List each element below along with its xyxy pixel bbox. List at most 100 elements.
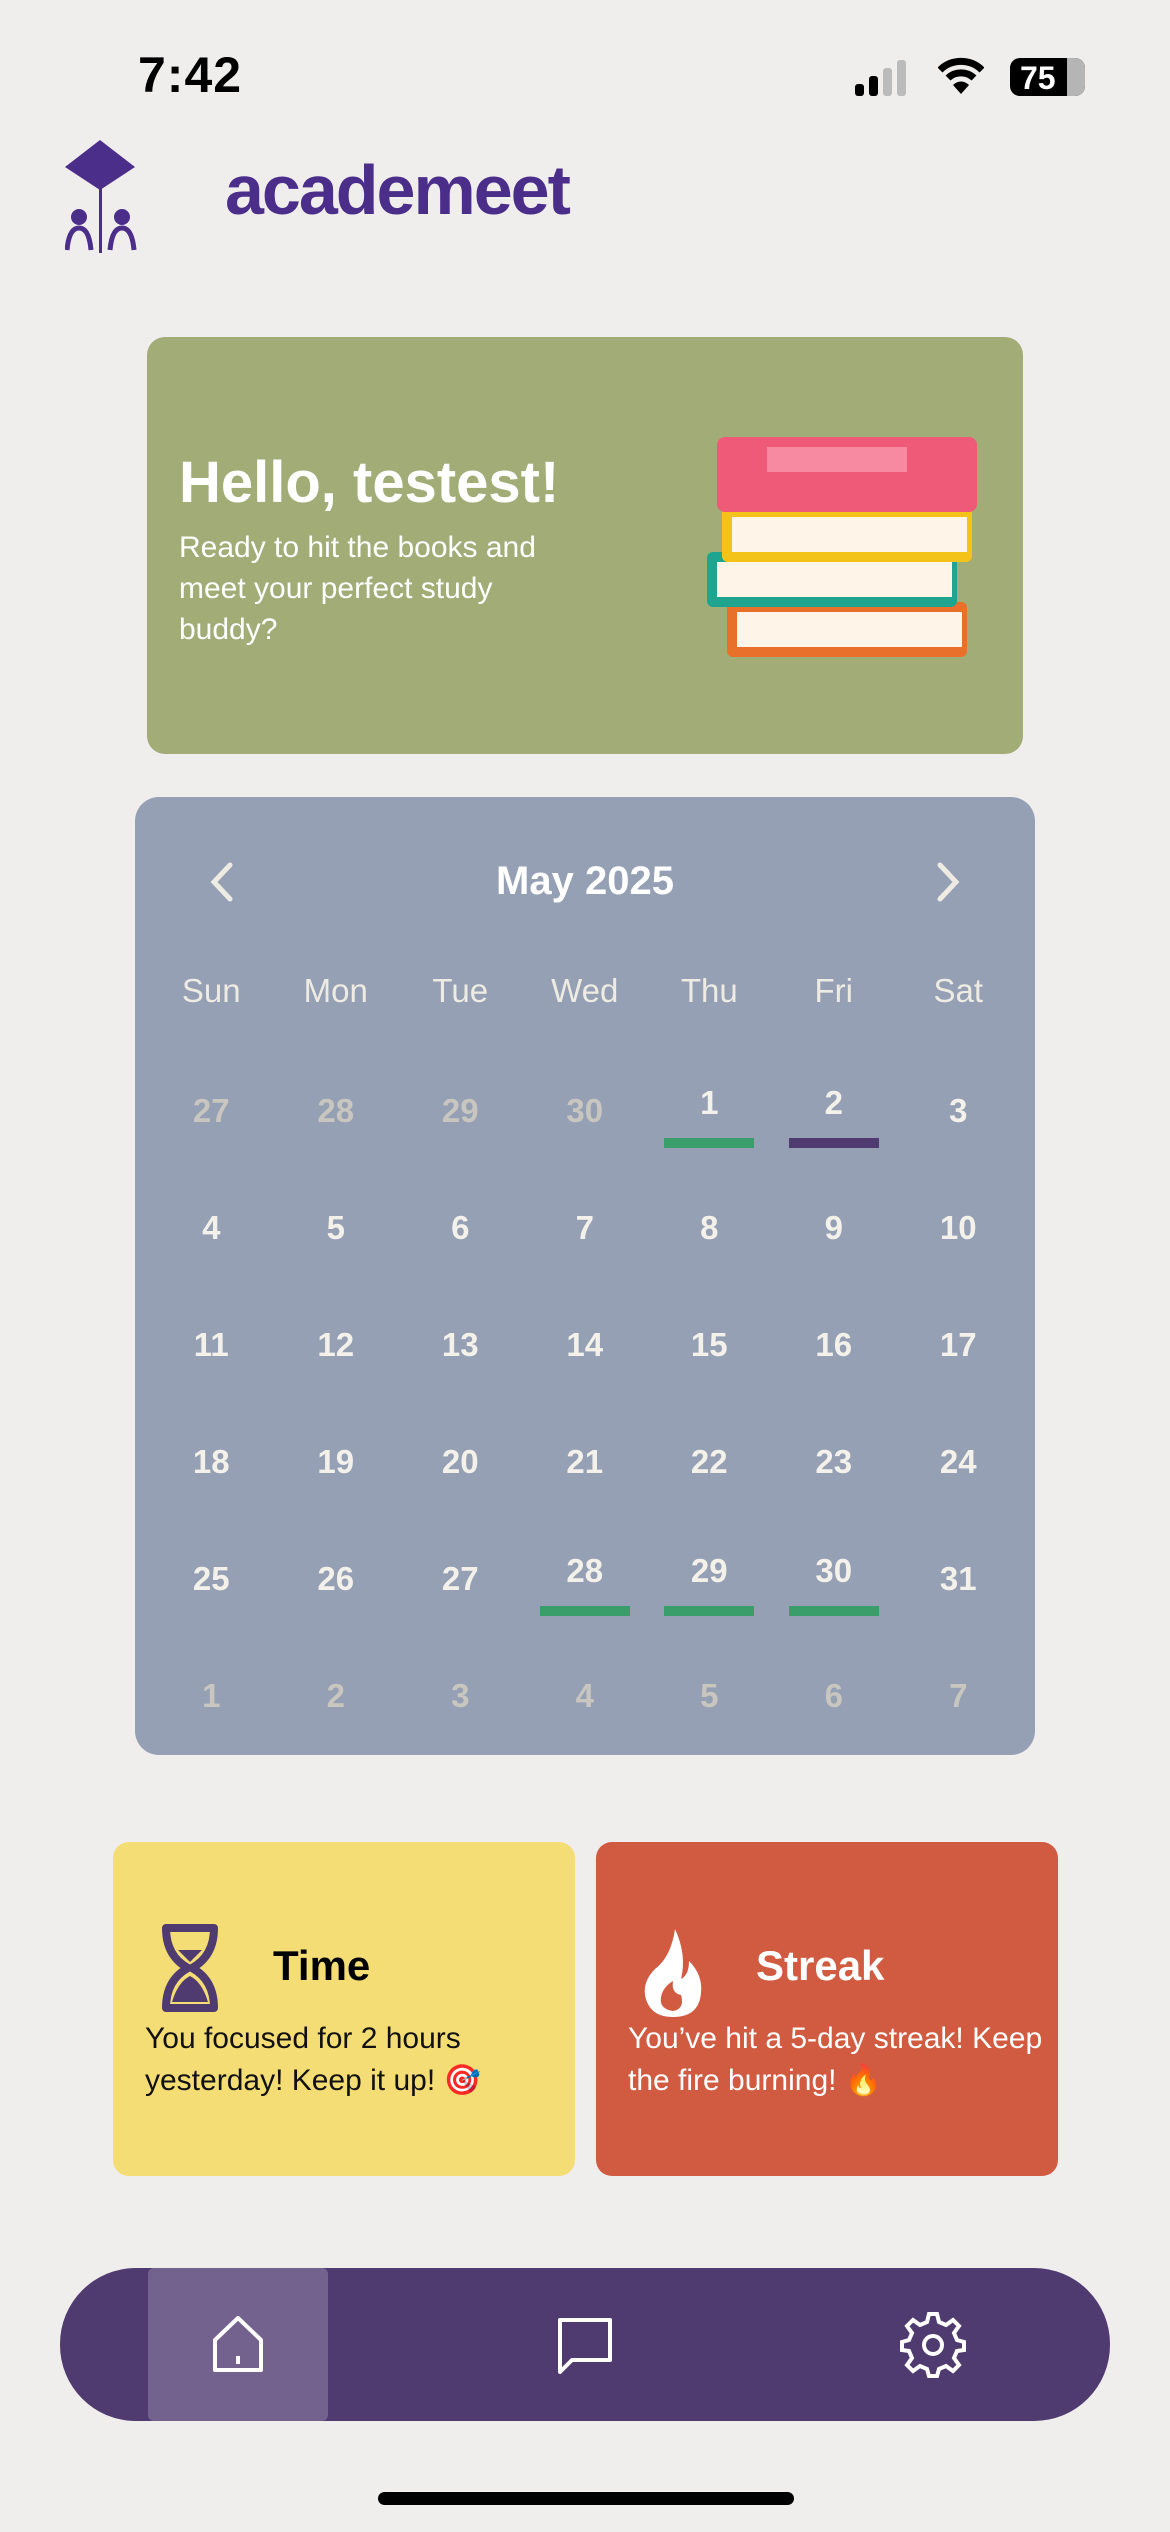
calendar-day[interactable]: 30	[772, 1522, 897, 1639]
event-indicator	[788, 1138, 879, 1148]
calendar-day[interactable]: 18	[149, 1405, 274, 1522]
streak-card-text: You’ve hit a 5-day streak! Keep the fire…	[628, 2022, 1043, 2097]
calendar-day[interactable]: 5	[274, 1171, 399, 1288]
calendar-day[interactable]: 25	[149, 1522, 274, 1639]
calendar-day[interactable]: 5	[647, 1639, 772, 1756]
day-number: 28	[566, 1552, 604, 1589]
calendar-day[interactable]: 7	[896, 1639, 1021, 1756]
month-label: May 2025	[496, 859, 674, 903]
calendar-day[interactable]: 20	[398, 1405, 523, 1522]
calendar-day[interactable]: 12	[274, 1288, 399, 1405]
calendar-day[interactable]: 13	[398, 1288, 523, 1405]
calendar-day[interactable]: 23	[772, 1405, 897, 1522]
day-number: 28	[317, 1092, 355, 1129]
books-illustration	[707, 437, 977, 657]
battery-icon: 75	[1010, 58, 1085, 96]
calendar-day[interactable]: 27	[398, 1522, 523, 1639]
day-number: 11	[193, 1326, 229, 1363]
day-number: 13	[441, 1326, 479, 1363]
weekday-label: Sat	[933, 972, 984, 1009]
calendar-day[interactable]: 2	[772, 1054, 897, 1171]
greeting-subtitle: Ready to hit the books and meet your per…	[179, 531, 536, 646]
calendar-day[interactable]: 27	[149, 1054, 274, 1171]
calendar-day[interactable]: 24	[896, 1405, 1021, 1522]
calendar-day[interactable]: 21	[523, 1405, 648, 1522]
nav-home-button[interactable]	[203, 2310, 273, 2380]
calendar-day[interactable]: 17	[896, 1288, 1021, 1405]
calendar-day[interactable]: 6	[772, 1639, 897, 1756]
calendar-day[interactable]: 28	[523, 1522, 648, 1639]
calendar-day[interactable]: 4	[149, 1171, 274, 1288]
day-number: 4	[575, 1677, 594, 1714]
calendar-day[interactable]: 7	[523, 1171, 648, 1288]
calendar-day[interactable]: 3	[896, 1054, 1021, 1171]
day-number: 5	[326, 1209, 345, 1246]
next-month-button[interactable]	[922, 857, 972, 907]
day-number: 29	[690, 1552, 728, 1589]
day-number: 24	[939, 1443, 977, 1480]
status-time: 7:42	[138, 47, 243, 103]
weekday-label: Fri	[814, 972, 853, 1009]
day-number: 27	[192, 1092, 230, 1129]
day-number: 14	[566, 1326, 604, 1363]
streak-card-title: Streak	[756, 1942, 885, 1989]
calendar-day[interactable]: 29	[398, 1054, 523, 1171]
day-number: 21	[566, 1443, 604, 1480]
calendar-day[interactable]: 16	[772, 1288, 897, 1405]
calendar-day[interactable]: 31	[896, 1522, 1021, 1639]
greeting-card: Hello, testest! Ready to hit the books a…	[147, 337, 1023, 754]
weekday-label: Tue	[432, 972, 489, 1009]
day-number: 16	[815, 1326, 853, 1363]
calendar-day[interactable]: 1	[647, 1054, 772, 1171]
cellular-signal-icon	[855, 60, 906, 96]
calendar-day[interactable]: 29	[647, 1522, 772, 1639]
day-number: 20	[441, 1443, 479, 1480]
calendar-day[interactable]: 9	[772, 1171, 897, 1288]
calendar-day[interactable]: 11	[149, 1288, 274, 1405]
day-number: 2	[326, 1677, 345, 1714]
streak-card: Streak You’ve hit a 5-day streak! Keep t…	[596, 1842, 1058, 2176]
home-indicator	[378, 2492, 794, 2505]
time-card: Time You focused for 2 hours yesterday! …	[113, 1842, 575, 2176]
calendar-day[interactable]: 3	[398, 1639, 523, 1756]
calendar-day[interactable]: 2	[274, 1639, 399, 1756]
calendar-day[interactable]: 30	[523, 1054, 648, 1171]
day-number: 8	[700, 1209, 719, 1246]
calendar-day[interactable]: 6	[398, 1171, 523, 1288]
day-number: 29	[441, 1092, 479, 1129]
calendar-day[interactable]: 15	[647, 1288, 772, 1405]
calendar-day[interactable]: 14	[523, 1288, 648, 1405]
brand-name: academeet	[225, 151, 571, 229]
event-indicator	[664, 1606, 754, 1616]
calendar-day[interactable]: 22	[647, 1405, 772, 1522]
event-indicator	[664, 1138, 754, 1148]
hourglass-icon	[162, 1924, 218, 2012]
calendar-day[interactable]: 28	[274, 1054, 399, 1171]
weekday-label: Wed	[551, 972, 619, 1009]
calendar-day[interactable]: 4	[523, 1639, 648, 1756]
calendar-day[interactable]: 26	[274, 1522, 399, 1639]
greeting-title: Hello, testest!	[179, 450, 560, 515]
day-number: 2	[824, 1084, 843, 1121]
calendar-day[interactable]: 1	[149, 1639, 274, 1756]
day-number: 3	[949, 1092, 968, 1129]
time-card-text: You focused for 2 hours yesterday! Keep …	[145, 2022, 481, 2097]
flame-icon	[644, 1929, 702, 2017]
time-card-title: Time	[273, 1942, 371, 1989]
calendar-day[interactable]: 8	[647, 1171, 772, 1288]
day-number: 3	[451, 1677, 470, 1714]
event-indicator	[788, 1606, 879, 1616]
day-number: 30	[815, 1552, 853, 1589]
weekday-label: Mon	[303, 972, 368, 1009]
day-number: 4	[202, 1209, 221, 1246]
day-number: 23	[815, 1443, 853, 1480]
day-number: 10	[939, 1209, 977, 1246]
nav-chat-button[interactable]	[550, 2310, 620, 2380]
calendar-day[interactable]: 10	[896, 1171, 1021, 1288]
day-number: 7	[949, 1677, 968, 1714]
nav-settings-button[interactable]	[898, 2310, 968, 2380]
calendar-day[interactable]: 19	[274, 1405, 399, 1522]
wifi-icon	[938, 57, 984, 94]
day-number: 27	[441, 1560, 479, 1597]
day-number: 25	[192, 1560, 230, 1597]
